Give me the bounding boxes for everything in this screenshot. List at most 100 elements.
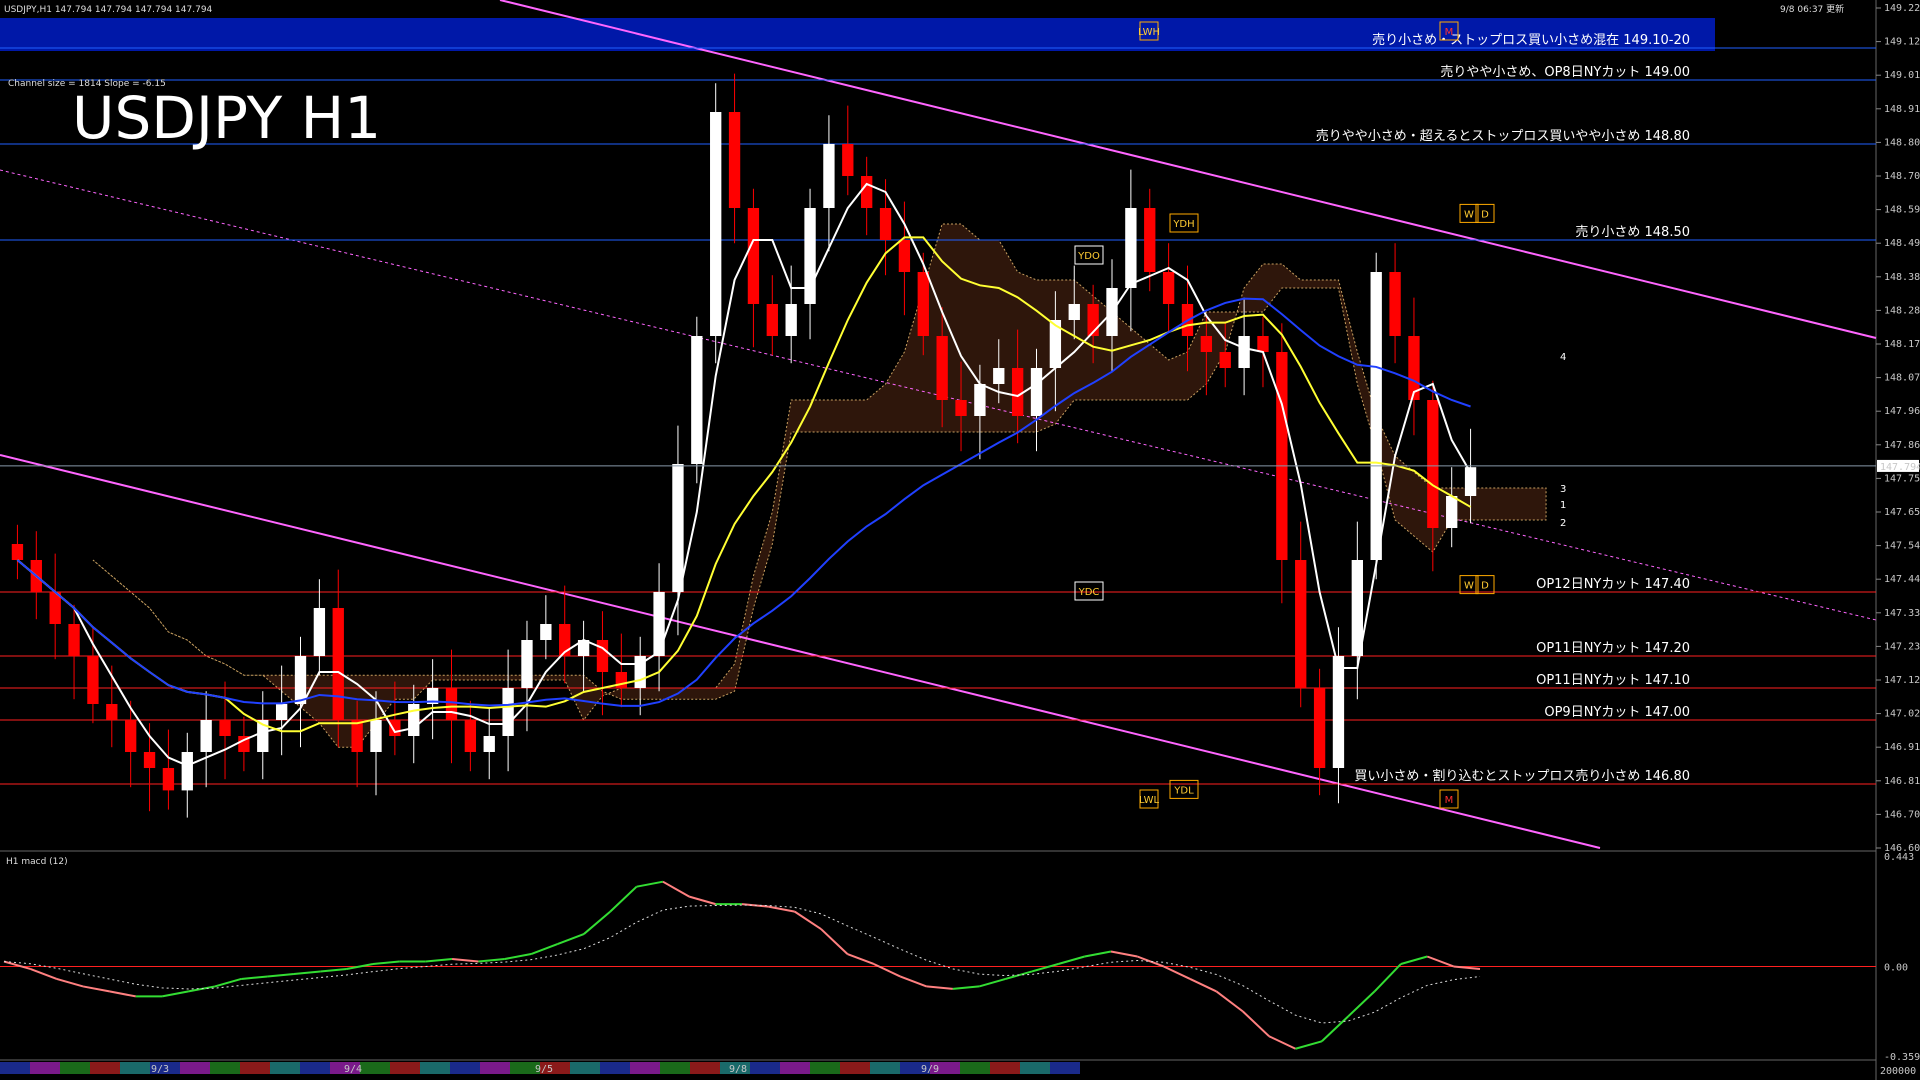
price-tick-label: 149.120 bbox=[1884, 37, 1920, 48]
macd-segment bbox=[820, 928, 849, 955]
candle-body bbox=[389, 720, 401, 736]
macd-segment bbox=[1295, 1040, 1323, 1050]
macd-segment bbox=[478, 957, 505, 963]
big-title: USDJPY H1 bbox=[72, 84, 381, 152]
usdjpy-h1-chart: 売り小さめ・ストップロス買い小さめ混在 149.10-20 売りやや小さめ、OP8… bbox=[0, 0, 1920, 1080]
macd-tick: 0.00 bbox=[1884, 962, 1908, 973]
price-tick-label: 147.230 bbox=[1884, 641, 1920, 652]
candle-body bbox=[540, 624, 552, 640]
macd-segment bbox=[214, 977, 242, 988]
macd-segment bbox=[794, 910, 822, 930]
macd-signal bbox=[3, 904, 1481, 1024]
projection-label: 2 bbox=[1560, 518, 1566, 529]
macd-segment bbox=[3, 960, 31, 970]
date-segment bbox=[570, 1062, 600, 1074]
marker-label: YDO bbox=[1077, 251, 1100, 262]
candle-body bbox=[1144, 208, 1156, 272]
date-segment bbox=[270, 1062, 300, 1074]
marker-label: W bbox=[1464, 581, 1474, 592]
date-segment bbox=[300, 1062, 330, 1074]
level-label: 売りやや小さめ・超えるとストップロス買いやや小さめ 148.80 bbox=[1316, 128, 1690, 144]
macd-segment bbox=[1084, 950, 1112, 958]
date-segment bbox=[630, 1062, 660, 1074]
macd-segment bbox=[1321, 1015, 1349, 1043]
candle-body bbox=[728, 112, 741, 208]
price-tick-label: 148.805 bbox=[1884, 137, 1920, 148]
candle-body bbox=[672, 464, 684, 592]
date-segment bbox=[180, 1062, 210, 1074]
macd-segment bbox=[425, 957, 453, 963]
date-strip: 9/3 9/4 9/5 9/8 9/9 bbox=[0, 1062, 1080, 1075]
candle-body bbox=[861, 176, 873, 208]
candle-body bbox=[1219, 352, 1231, 368]
price-tick-label: 147.125 bbox=[1884, 675, 1920, 686]
price-tick-label: 147.545 bbox=[1884, 541, 1920, 552]
candle-body bbox=[898, 240, 911, 272]
macd-segment bbox=[1215, 990, 1244, 1013]
macd-segment bbox=[30, 968, 58, 980]
candle-body bbox=[1389, 272, 1401, 336]
candle-body bbox=[596, 640, 609, 672]
macd-segment bbox=[978, 977, 1006, 988]
macd-segment bbox=[1426, 955, 1454, 968]
macd-segment bbox=[636, 880, 664, 888]
candle-body bbox=[162, 768, 175, 791]
macd-segment bbox=[320, 967, 347, 973]
candle-body bbox=[11, 544, 24, 560]
price-tick-label: 148.910 bbox=[1884, 104, 1920, 115]
level-label: 売り小さめ・ストップロス買い小さめ混在 149.10-20 bbox=[1372, 32, 1690, 48]
candle-body bbox=[49, 592, 61, 624]
date-segment bbox=[450, 1062, 480, 1074]
price-tick-label: 147.965 bbox=[1884, 406, 1920, 417]
level-label: OP11日NYカット 147.10 bbox=[1536, 673, 1690, 688]
macd-segment bbox=[1110, 950, 1138, 958]
candle-body bbox=[125, 720, 137, 752]
date-segment bbox=[870, 1062, 900, 1074]
price-tick-label: 147.860 bbox=[1884, 440, 1920, 451]
date-segment bbox=[750, 1062, 780, 1074]
macd-segment bbox=[1347, 990, 1376, 1018]
candle-body bbox=[143, 752, 156, 768]
candle-body bbox=[1446, 496, 1458, 528]
level-label: 買い小さめ・割り込むとストップロス売り小さめ 146.80 bbox=[1354, 768, 1690, 784]
date-segment bbox=[600, 1062, 630, 1074]
macd-segment bbox=[109, 990, 136, 998]
macd-segment bbox=[1031, 963, 1059, 973]
candle-body bbox=[1257, 336, 1269, 352]
candle-body bbox=[1030, 368, 1043, 416]
date-segment bbox=[240, 1062, 270, 1074]
date-segment bbox=[1020, 1062, 1050, 1074]
date-label: 9/4 bbox=[344, 1064, 362, 1075]
macd-segment bbox=[689, 895, 716, 906]
date-segment bbox=[60, 1062, 90, 1074]
price-tick-label: 146.705 bbox=[1884, 809, 1920, 820]
price-tick-label: 147.440 bbox=[1884, 574, 1920, 585]
macd-segment bbox=[557, 933, 585, 945]
macd-segment bbox=[241, 975, 268, 980]
date-segment bbox=[960, 1062, 990, 1074]
macd-segment bbox=[609, 885, 638, 913]
candle-body bbox=[1313, 688, 1326, 768]
price-tick-label: 148.280 bbox=[1884, 305, 1920, 316]
candle-body bbox=[1276, 352, 1288, 560]
marker-label: M bbox=[1445, 27, 1454, 38]
date-segment bbox=[480, 1062, 510, 1074]
level-label: OP12日NYカット 147.40 bbox=[1536, 577, 1690, 592]
date-segment bbox=[990, 1062, 1020, 1074]
macd-segment bbox=[1400, 955, 1428, 965]
date-segment bbox=[210, 1062, 240, 1074]
candle-body bbox=[955, 400, 967, 416]
projection-label: 3 bbox=[1560, 484, 1566, 495]
candle-body bbox=[106, 704, 118, 720]
candle-body bbox=[1200, 336, 1213, 352]
macd-segment bbox=[1373, 963, 1402, 993]
candle-body bbox=[408, 704, 420, 736]
macd-segment bbox=[530, 943, 558, 955]
projection-label: 1 bbox=[1560, 500, 1566, 511]
macd-tick: -0.359 bbox=[1884, 1052, 1920, 1063]
marker-label: LWH bbox=[1138, 27, 1160, 38]
volume-label: 200000 bbox=[1880, 1066, 1916, 1077]
candle-body bbox=[842, 144, 854, 176]
price-tick-label: 148.385 bbox=[1884, 272, 1920, 283]
candle-body bbox=[464, 720, 477, 752]
